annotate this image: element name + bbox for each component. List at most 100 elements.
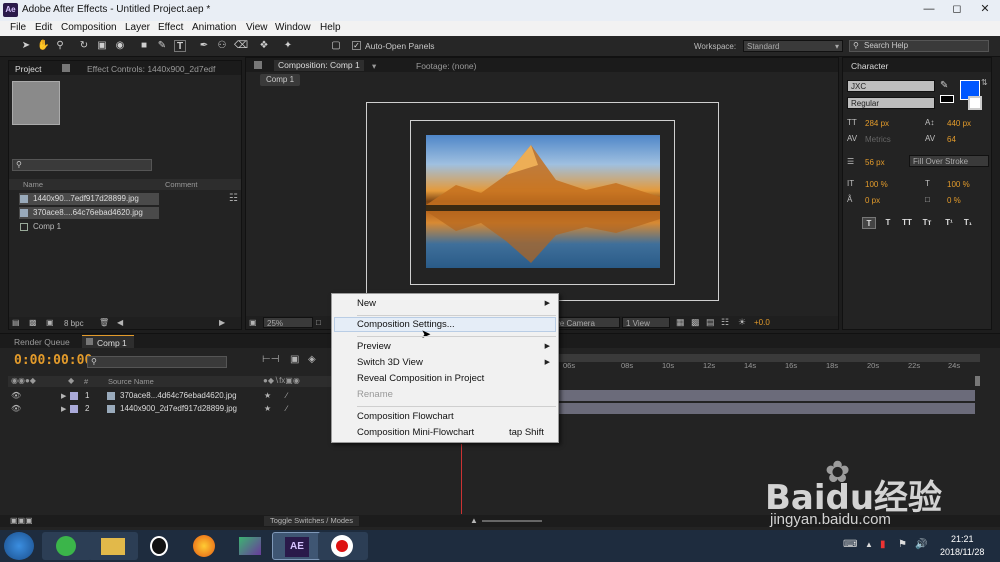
mountain-lake-image[interactable]	[426, 135, 660, 268]
exposure-value[interactable]: +0.0	[754, 318, 770, 327]
horizontal-scale-value[interactable]: 100 %	[947, 180, 970, 189]
font-family-select[interactable]: JXC	[847, 80, 935, 92]
baseline-shift-value[interactable]: 0 px	[865, 196, 880, 205]
small-caps-button[interactable]: Tт	[920, 217, 934, 229]
swap-colors-icon[interactable]: ⇅	[981, 78, 988, 87]
brush-tool-icon[interactable]: ✒	[198, 40, 210, 52]
layer-name[interactable]: 1440x900_2d7edf917d28899.jpg	[120, 404, 237, 413]
magnification-icon[interactable]: ▣	[249, 318, 257, 327]
clock-time[interactable]: 21:21	[951, 534, 974, 544]
search-help-input[interactable]: ⚲ Search Help	[849, 40, 989, 52]
col-name[interactable]: Name	[23, 180, 43, 189]
menu-file[interactable]: File	[10, 22, 26, 33]
collapse-switch-icon[interactable]: ★	[264, 404, 271, 413]
menu-item-reveal-composition[interactable]: Reveal Composition in Project	[357, 373, 484, 384]
layer-row-1[interactable]: 👁 ▶ 1 370ace8...4d64c76ebad4620.jpg ★ ∕	[8, 390, 332, 402]
menu-item-preview[interactable]: Preview	[357, 341, 391, 352]
camera-select[interactable]: ive Camera	[550, 317, 620, 328]
zoom-out-icon[interactable]: ▲	[470, 516, 478, 525]
visibility-eye-icon[interactable]: 👁	[11, 391, 21, 400]
menu-window[interactable]: Window	[275, 22, 311, 33]
puppet-tool-icon[interactable]: ✦	[282, 40, 294, 52]
rotate-tool-icon[interactable]: ↻	[78, 40, 90, 52]
layer-switches-icon[interactable]: ▣▣▣	[10, 516, 33, 525]
layer-1-duration-bar[interactable]	[558, 390, 975, 401]
clone-tool-icon[interactable]: ⚇	[216, 40, 228, 52]
comp-breadcrumb[interactable]: Comp 1	[260, 74, 301, 86]
maximize-icon[interactable]: ◻	[943, 0, 971, 19]
faux-italic-button[interactable]: T	[881, 217, 895, 229]
volume-tray-icon[interactable]: 🔊	[915, 539, 927, 550]
region-icon[interactable]: □	[316, 318, 321, 327]
scroll-right-icon[interactable]: ▶	[219, 318, 225, 327]
menu-view[interactable]: View	[246, 22, 268, 33]
stroke-mode-select[interactable]: Fill Over Stroke	[909, 155, 989, 167]
visibility-eye-icon[interactable]: 👁	[11, 404, 21, 413]
lock-icon[interactable]	[254, 61, 262, 69]
faux-bold-button[interactable]: T	[862, 217, 876, 229]
expand-arrow-icon[interactable]: ▶	[61, 392, 66, 400]
taskbar-after-effects-icon[interactable]: AE	[272, 532, 322, 560]
start-button-icon[interactable]	[4, 532, 34, 560]
zoom-slider[interactable]	[482, 520, 542, 522]
project-item-image1[interactable]: 1440x90...7edf917d28899.jpg	[19, 193, 159, 205]
new-comp-icon[interactable]: ▣	[46, 318, 54, 327]
layer-row-2[interactable]: 👁 ▶ 2 1440x900_2d7edf917d28899.jpg ★ ∕	[8, 403, 332, 415]
all-caps-button[interactable]: TT	[900, 217, 914, 229]
font-style-select[interactable]: Regular	[847, 97, 935, 109]
menu-help[interactable]: Help	[320, 22, 341, 33]
camera-tool-icon[interactable]: ▣	[96, 40, 108, 52]
taskbar-explorer-icon[interactable]	[88, 532, 138, 560]
work-area-end-handle[interactable]	[975, 376, 980, 386]
subscript-button[interactable]: T₁	[961, 217, 975, 229]
layer-label-color[interactable]	[70, 405, 78, 413]
zoom-select[interactable]: 25%	[263, 317, 313, 328]
project-search-input[interactable]: ⚲	[12, 159, 152, 171]
zoom-tool-icon[interactable]: ⚲	[54, 40, 66, 52]
tab-render-queue[interactable]: Render Queue	[14, 337, 70, 347]
toggle-pixel-icon[interactable]: ▦	[676, 317, 685, 328]
tab-effect-controls[interactable]: Effect Controls: 1440x900_2d7edf	[87, 64, 215, 74]
current-timecode[interactable]: 0:00:00:00	[14, 353, 92, 368]
eyedropper-icon[interactable]: ✎	[940, 80, 948, 91]
minimize-icon[interactable]: —	[915, 0, 943, 19]
project-item-image2[interactable]: 370ace8....64c76ebad4620.jpg	[19, 207, 159, 219]
shy-layers-icon[interactable]: ◈	[308, 354, 316, 365]
eraser-tool-icon[interactable]: ⌫	[234, 40, 248, 52]
exposure-icon[interactable]: ☀	[738, 317, 746, 328]
trash-icon[interactable]: 🗑	[99, 318, 109, 327]
kerning-value[interactable]: Metrics	[865, 135, 891, 144]
views-select[interactable]: 1 View	[622, 317, 670, 328]
tsume-value[interactable]: 0 %	[947, 196, 961, 205]
col-comment[interactable]: Comment	[165, 180, 198, 189]
menu-effect[interactable]: Effect	[158, 22, 183, 33]
tracking-value[interactable]: 64	[947, 135, 956, 144]
font-size-value[interactable]: 284 px	[865, 119, 889, 128]
menu-composition[interactable]: Composition	[61, 22, 117, 33]
timeline-search-input[interactable]: ⚲	[87, 356, 227, 368]
menu-edit[interactable]: Edit	[35, 22, 52, 33]
leading-value[interactable]: 440 px	[947, 119, 971, 128]
tab-composition[interactable]: Composition: Comp 1	[274, 60, 364, 71]
stroke-color-swatch[interactable]	[968, 96, 982, 110]
menu-item-switch-3d-view[interactable]: Switch 3D View	[357, 357, 423, 368]
black-swatch[interactable]	[940, 95, 954, 103]
network-tray-icon[interactable]: ▮	[880, 539, 886, 550]
layer-2-duration-bar[interactable]	[558, 403, 975, 414]
menu-animation[interactable]: Animation	[192, 22, 236, 33]
taskbar-qq-icon[interactable]	[134, 532, 184, 560]
interpret-footage-icon[interactable]: ▤	[12, 318, 20, 327]
taskbar-firefox-icon[interactable]	[180, 532, 230, 560]
current-time-indicator[interactable]	[461, 444, 462, 514]
pen-tool-icon[interactable]: ✎	[156, 40, 168, 52]
panel-toggle-icon[interactable]: ▢	[330, 40, 342, 52]
tab-footage[interactable]: Footage: (none)	[416, 61, 476, 71]
tray-expand-icon[interactable]: ▲	[865, 540, 873, 549]
flowchart-icon[interactable]: ☷	[229, 193, 238, 204]
vertical-scale-value[interactable]: 100 %	[865, 180, 888, 189]
roto-tool-icon[interactable]: ❖	[258, 40, 270, 52]
layer-label-color[interactable]	[70, 392, 78, 400]
workspace-select[interactable]: Standard ▾	[743, 40, 843, 52]
tab-comp1[interactable]: Comp 1	[82, 335, 134, 348]
project-item-comp[interactable]: Comp 1	[19, 221, 159, 233]
